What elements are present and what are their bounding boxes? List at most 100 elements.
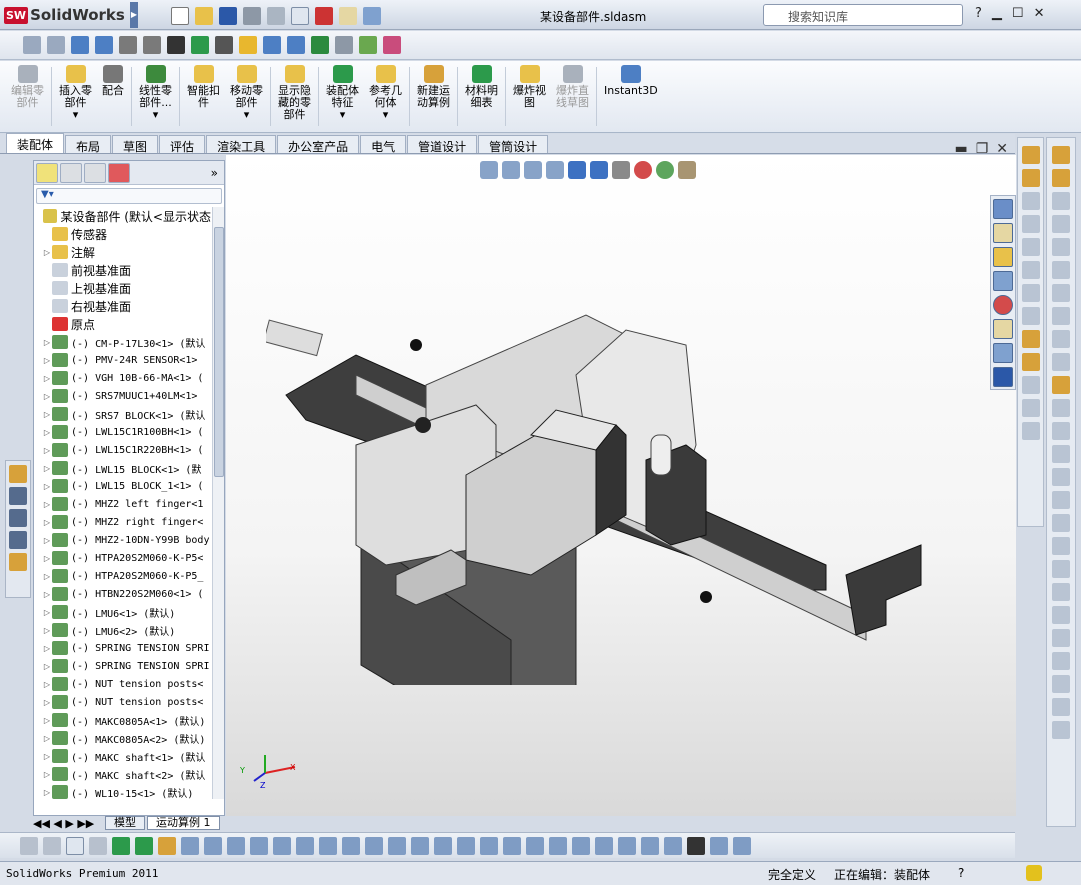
filter-sensors-icon[interactable] [733, 836, 751, 855]
tree-item[interactable]: ▷ (-) VGH 10B-66-MA<1> ( [34, 369, 211, 387]
expand-arrow-icon[interactable]: ▷ [42, 428, 52, 437]
convert-entities-icon[interactable] [1021, 422, 1040, 440]
tree-item[interactable]: 右视基准面 [34, 297, 211, 315]
new-document-icon[interactable] [171, 7, 189, 25]
mirror-feature-icon[interactable] [1052, 445, 1070, 463]
ribbon-button-10[interactable]: 材料明 细表 [460, 61, 503, 132]
tree-item[interactable]: ▷ (-) NUT tension posts< [34, 693, 211, 711]
circular-pattern-icon[interactable] [1052, 422, 1070, 440]
tree-item[interactable]: ▷ (-) LWL15C1R100BH<1> ( [34, 423, 211, 441]
tree-filter-input[interactable]: ▼▾ [36, 188, 222, 204]
zoom-to-area-icon[interactable] [502, 161, 520, 179]
filter-center-marks-icon[interactable] [641, 836, 659, 855]
fillet-icon[interactable] [1052, 284, 1070, 302]
status-help-button[interactable]: ? [958, 866, 964, 880]
tree-item[interactable]: ▷ (-) LWL15C1R220BH<1> ( [34, 441, 211, 459]
ribbon-button-2[interactable]: 配合 [97, 61, 129, 132]
filter-dimensions-icon[interactable] [296, 836, 314, 855]
globe-icon[interactable] [95, 36, 113, 54]
weld-icon[interactable] [9, 553, 27, 571]
tab-8[interactable]: 管筒设计 [478, 135, 549, 154]
hole-wizard-icon[interactable] [1052, 376, 1070, 394]
expand-arrow-icon[interactable]: ▷ [42, 338, 52, 347]
gear-icon[interactable] [119, 36, 137, 54]
filter-planes-icon[interactable] [227, 836, 245, 855]
revolve-icon[interactable] [1052, 215, 1070, 233]
grid-icon[interactable] [287, 36, 305, 54]
wrap-icon[interactable] [1052, 560, 1070, 578]
smart-dimension-icon[interactable] [1021, 169, 1040, 187]
select-pointer-icon[interactable] [291, 7, 309, 25]
filter-hatch-icon[interactable] [595, 836, 613, 855]
trim-tool-icon[interactable] [1021, 307, 1040, 325]
mirror-icon[interactable] [1021, 399, 1040, 417]
help-button[interactable]: ? [975, 6, 982, 21]
ribbon-button-0[interactable]: 编辑零 部件 [6, 61, 49, 132]
configuration-manager-tab-icon[interactable] [84, 162, 106, 183]
tree-item[interactable]: ▷ (-) MHZ2-10DN-Y99B body [34, 531, 211, 549]
curve-icon[interactable] [9, 509, 27, 527]
tree-item[interactable]: 前视基准面 [34, 261, 211, 279]
tree-item[interactable]: ▷ (-) NUT tension posts< [34, 675, 211, 693]
expand-arrow-icon[interactable]: ▷ [42, 608, 52, 617]
expand-arrow-icon[interactable]: ▷ [42, 644, 52, 653]
helix-icon[interactable] [9, 531, 27, 549]
route-icon[interactable] [9, 487, 27, 505]
filter-edges-icon[interactable] [135, 836, 153, 855]
view-orientation-icon[interactable] [568, 161, 586, 179]
filter-tables-icon[interactable] [457, 836, 475, 855]
extrude-icon[interactable] [1052, 192, 1070, 210]
tree-item[interactable]: ▷ (-) HTPA20S2M060-K-P5_ [34, 567, 211, 585]
filter-toggle-icon[interactable] [20, 836, 38, 855]
home-icon[interactable] [993, 199, 1013, 219]
hide-show-items-icon[interactable] [612, 161, 630, 179]
filter-notes-icon[interactable] [319, 836, 337, 855]
tree-item[interactable]: ▷ (-) MHZ2 right finger< [34, 513, 211, 531]
tree-item[interactable]: ▷ (-) LMU6<1> (默认) [34, 603, 211, 621]
scroll-down-chevron-icon[interactable] [1052, 721, 1070, 739]
tree-item[interactable]: ▷ (-) SRS7 BLOCK<1> (默认 [34, 405, 211, 423]
ribbon-button-1[interactable]: 插入零 部件 ▾ [54, 61, 97, 132]
filter-bodies-icon[interactable] [710, 836, 728, 855]
spring-icon[interactable] [215, 36, 233, 54]
instant3d-tool-icon[interactable] [1052, 537, 1070, 555]
feature-tree-scrollbar[interactable] [212, 207, 224, 799]
ribbon-button-13[interactable]: Instant3D [599, 61, 663, 132]
edit-sketch-icon[interactable] [1052, 169, 1070, 187]
cog-icon[interactable] [143, 36, 161, 54]
ribbon-button-4[interactable]: 智能扣 件 [182, 61, 225, 132]
filter-routing-icon[interactable] [526, 836, 544, 855]
tab-7[interactable]: 管道设计 [407, 135, 478, 154]
tree-item[interactable]: ▷ (-) SPRING TENSION SPRI [34, 639, 211, 657]
expand-arrow-icon[interactable]: ▷ [42, 788, 52, 797]
filter-cosmetic-threads-icon[interactable] [480, 836, 498, 855]
offset-icon[interactable] [1021, 376, 1040, 394]
file-properties-icon[interactable] [339, 7, 357, 25]
tab-motion-study[interactable]: 运动算例 1 [147, 816, 220, 830]
tab-6[interactable]: 电气 [360, 135, 407, 154]
expand-arrow-icon[interactable]: ▷ [42, 626, 52, 635]
expand-arrow-icon[interactable]: ▷ [42, 392, 52, 401]
tab-model[interactable]: 模型 [105, 816, 145, 830]
zoom-icon[interactable] [263, 36, 281, 54]
spline-tool-icon[interactable] [1021, 284, 1040, 302]
expand-arrow-icon[interactable]: ▷ [42, 248, 52, 257]
reference-plane-icon[interactable] [1052, 468, 1070, 486]
ribbon-button-3[interactable]: 线性零 部件... ▾ [134, 61, 177, 132]
expand-arrow-icon[interactable]: ▷ [42, 698, 52, 707]
tree-item[interactable]: ▷ (-) HTBN220S2M060<1> ( [34, 585, 211, 603]
document-icon[interactable] [359, 36, 377, 54]
circle-tool-icon[interactable] [1021, 238, 1040, 256]
expand-arrow-icon[interactable]: ▷ [42, 446, 52, 455]
search-knowledge-base-input[interactable]: 搜索知识库 [763, 4, 963, 26]
tree-item[interactable]: 传感器 [34, 225, 211, 243]
expand-arrow-icon[interactable]: ▷ [42, 482, 52, 491]
filter-balloons-icon[interactable] [342, 836, 360, 855]
tab-2[interactable]: 草图 [112, 135, 159, 154]
map-pin-icon[interactable] [191, 36, 209, 54]
linear-pattern-tool-icon[interactable] [1052, 399, 1070, 417]
tree-item[interactable]: ▷ (-) PMV-24R SENSOR<1> [34, 351, 211, 369]
ribbon-button-6[interactable]: 显示隐 藏的零 部件 [273, 61, 316, 132]
draft-icon[interactable] [1052, 606, 1070, 624]
tree-item[interactable]: ▷ (-) MHZ2 left finger<1 [34, 495, 211, 513]
